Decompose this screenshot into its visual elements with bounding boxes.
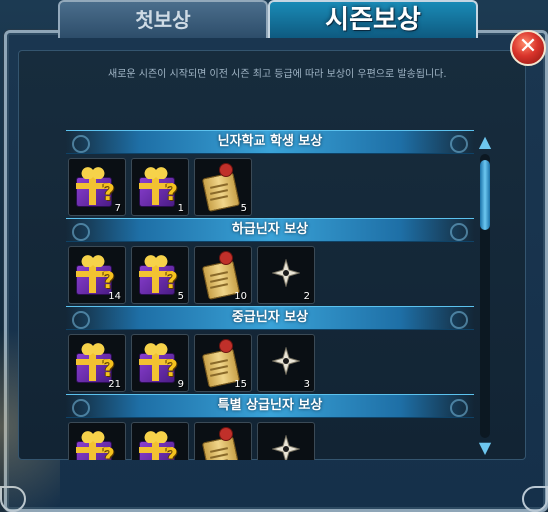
item-quantity: 14 bbox=[108, 291, 121, 302]
scrollbar-thumb[interactable] bbox=[480, 160, 490, 230]
item-quantity: 3 bbox=[303, 379, 310, 390]
season-notice-text: 새로운 시즌이 시작되면 이전 시즌 최고 등급에 따라 보상이 우편으로 발송… bbox=[108, 69, 447, 80]
reward-item-slot[interactable]: ? 14 bbox=[68, 246, 126, 304]
reward-item-slot[interactable]: 15 bbox=[194, 334, 252, 392]
scroll-down-button[interactable]: ▼ bbox=[474, 440, 496, 456]
reward-item-slot[interactable] bbox=[257, 422, 315, 460]
reward-item-slot[interactable]: 3 bbox=[257, 334, 315, 392]
item-quantity: 1 bbox=[177, 203, 184, 214]
reward-group-title: 닌자학교 학생 보상 bbox=[217, 134, 323, 149]
item-quantity: 5 bbox=[177, 291, 184, 302]
frame-ornament bbox=[522, 486, 548, 512]
reward-group-banner: 특별 상급닌자 보상 bbox=[66, 394, 474, 418]
reward-group-title: 특별 상급닌자 보상 bbox=[217, 398, 323, 413]
item-quantity: 7 bbox=[114, 203, 121, 214]
item-quantity: 10 bbox=[234, 291, 247, 302]
reward-group-banner: 하급닌자 보상 bbox=[66, 218, 474, 242]
reward-group-title: 하급닌자 보상 bbox=[231, 222, 309, 237]
item-quantity: 21 bbox=[108, 379, 121, 390]
item-quantity: 5 bbox=[240, 203, 247, 214]
reward-item-slot[interactable]: ? 7 bbox=[68, 158, 126, 216]
tab-first-reward[interactable]: 첫보상 bbox=[58, 0, 268, 38]
reward-item-slot[interactable]: ? 1 bbox=[131, 158, 189, 216]
reward-item-slot[interactable]: 10 bbox=[194, 246, 252, 304]
reward-item-slot[interactable]: ? 5 bbox=[131, 246, 189, 304]
reward-window: 첫보상 시즌보상 ✕ 새로운 시즌이 시작되면 이전 시즌 최고 등급에 따라 … bbox=[0, 0, 548, 512]
reward-item-slot[interactable]: ? 9 bbox=[131, 334, 189, 392]
reward-item-slot[interactable]: 2 bbox=[257, 246, 315, 304]
reward-item-slot[interactable]: ? 21 bbox=[68, 334, 126, 392]
reward-item-slot[interactable]: 5 bbox=[194, 158, 252, 216]
reward-group-banner: 중급닌자 보상 bbox=[66, 306, 474, 330]
reward-list[interactable]: 닌자학교 학생 보상? 7? 1 5 하급닌자 보상? 14? 5 10 2 중급닌자 보상? 21… bbox=[66, 130, 474, 460]
reward-item-slot[interactable]: ? bbox=[131, 422, 189, 460]
reward-item-slot[interactable] bbox=[194, 422, 252, 460]
mystery-gift-icon: ? bbox=[69, 423, 125, 460]
reward-group-banner: 닌자학교 학생 보상 bbox=[66, 130, 474, 154]
item-quantity: 15 bbox=[234, 379, 247, 390]
mystery-gift-icon: ? bbox=[132, 423, 188, 460]
reward-item-slot[interactable]: ? bbox=[68, 422, 126, 460]
item-quantity: 2 bbox=[303, 291, 310, 302]
shuriken-icon bbox=[258, 423, 314, 460]
close-button[interactable]: ✕ bbox=[510, 30, 546, 66]
tab-season-reward[interactable]: 시즌보상 bbox=[268, 0, 478, 38]
scroll-icon bbox=[195, 423, 251, 460]
scroll-up-button[interactable]: ▲ bbox=[474, 134, 496, 150]
item-quantity: 9 bbox=[177, 379, 184, 390]
reward-group-title: 중급닌자 보상 bbox=[231, 310, 309, 325]
